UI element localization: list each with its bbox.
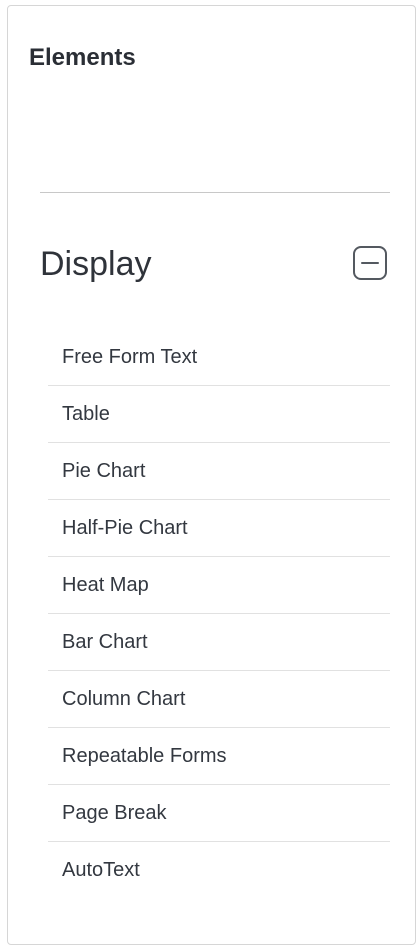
element-item-free-form-text[interactable]: Free Form Text: [48, 329, 390, 386]
collapse-section-button[interactable]: [353, 246, 387, 280]
panel-title: Elements: [29, 44, 136, 71]
element-item-heat-map[interactable]: Heat Map: [48, 557, 390, 614]
element-item-page-break[interactable]: Page Break: [48, 785, 390, 842]
element-item-column-chart[interactable]: Column Chart: [48, 671, 390, 728]
display-elements-list: Free Form Text Table Pie Chart Half-Pie …: [48, 329, 390, 899]
section-title-display: Display: [40, 245, 152, 283]
element-item-bar-chart[interactable]: Bar Chart: [48, 614, 390, 671]
element-item-autotext[interactable]: AutoText: [48, 842, 390, 899]
elements-panel: Elements Display Free Form Text Table Pi…: [7, 5, 416, 945]
section-divider: [40, 192, 390, 193]
element-item-repeatable-forms[interactable]: Repeatable Forms: [48, 728, 390, 785]
minus-square-icon: [361, 262, 379, 264]
element-item-pie-chart[interactable]: Pie Chart: [48, 443, 390, 500]
element-item-table[interactable]: Table: [48, 386, 390, 443]
element-item-half-pie-chart[interactable]: Half-Pie Chart: [48, 500, 390, 557]
